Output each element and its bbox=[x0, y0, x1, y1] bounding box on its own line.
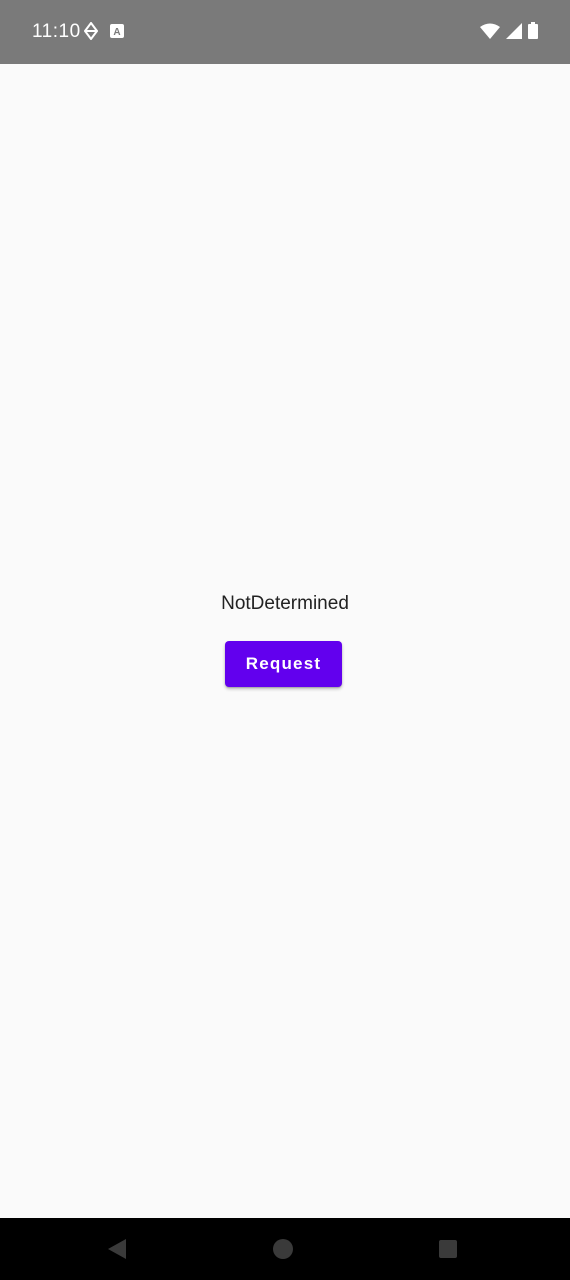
svg-text:A: A bbox=[113, 27, 120, 38]
status-time: 11:10 bbox=[32, 21, 81, 42]
cellular-signal-icon bbox=[506, 22, 522, 44]
status-bar: 11:10 A bbox=[0, 0, 570, 64]
home-icon[interactable] bbox=[270, 1236, 296, 1262]
navigation-bar bbox=[0, 1218, 570, 1280]
permission-state-label: NotDetermined bbox=[221, 593, 349, 614]
status-right-icons bbox=[480, 22, 538, 44]
main-content: NotDetermined Request bbox=[0, 64, 570, 1218]
app-notification-icon: A bbox=[110, 24, 124, 43]
battery-icon bbox=[528, 22, 538, 44]
back-icon[interactable] bbox=[104, 1236, 130, 1262]
request-button[interactable]: Request bbox=[225, 641, 342, 687]
recents-icon[interactable] bbox=[435, 1236, 461, 1262]
status-left-icons: A bbox=[83, 21, 124, 45]
wifi-icon bbox=[480, 23, 500, 44]
data-saver-icon bbox=[83, 21, 99, 45]
